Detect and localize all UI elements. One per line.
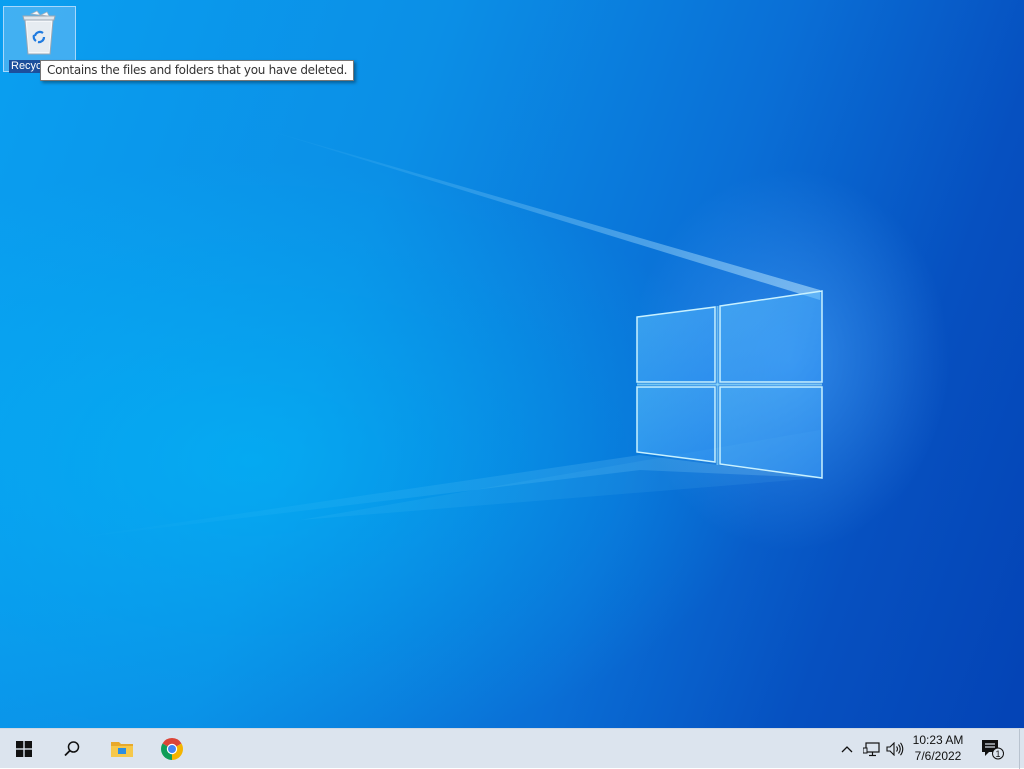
volume-button[interactable] (884, 729, 906, 769)
notification-icon: 1 (982, 740, 1004, 760)
search-icon (64, 741, 80, 757)
windows-wallpaper (60, 128, 823, 540)
chrome-icon (161, 738, 183, 760)
start-button[interactable] (0, 729, 48, 769)
clock[interactable]: 10:23 AM 7/6/2022 (906, 732, 970, 764)
show-hidden-icons-button[interactable] (838, 729, 856, 769)
clock-time: 10:23 AM (912, 733, 964, 747)
network-icon (862, 741, 880, 756)
file-explorer-button[interactable] (98, 729, 146, 769)
chrome-button[interactable] (148, 729, 196, 769)
volume-icon (886, 742, 904, 756)
show-desktop-button[interactable] (1019, 729, 1024, 769)
taskbar: 10:23 AM 7/6/2022 1 (0, 728, 1024, 769)
network-button[interactable] (860, 729, 882, 769)
recycle-bin-label: Recyc (9, 60, 44, 73)
search-button[interactable] (48, 729, 96, 769)
notification-count: 1 (995, 749, 1000, 759)
clock-date: 7/6/2022 (914, 749, 962, 763)
chevron-up-icon (841, 746, 853, 753)
desktop[interactable]: Recyc Contains the files and folders tha… (0, 0, 1024, 728)
windows-logo-icon (16, 741, 32, 757)
recycle-bin-icon (22, 10, 56, 55)
folder-icon (111, 742, 133, 757)
action-center-button[interactable]: 1 (978, 729, 1006, 769)
recycle-bin-tooltip: Contains the files and folders that you … (40, 60, 355, 81)
